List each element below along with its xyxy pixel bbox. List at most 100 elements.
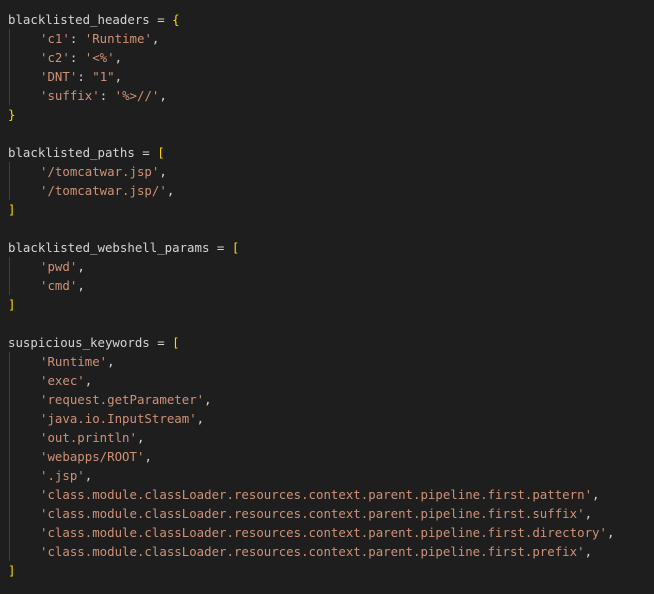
list-item: 'Runtime' xyxy=(40,354,108,369)
code-line[interactable]: blacklisted_webshell_params = [ xyxy=(0,238,654,257)
variable-name: suspicious_keywords xyxy=(8,335,150,350)
comma: , xyxy=(592,487,600,502)
list-item: 'class.module.classLoader.resources.cont… xyxy=(40,506,585,521)
list-item: 'class.module.classLoader.resources.cont… xyxy=(40,544,585,559)
indent-guide xyxy=(9,29,10,48)
comma: , xyxy=(584,544,593,559)
code-line[interactable]: 'class.module.classLoader.resources.cont… xyxy=(0,485,654,504)
close-bracket: ] xyxy=(8,297,16,312)
code-line[interactable]: 'Runtime', xyxy=(0,352,654,371)
code-line[interactable]: '.jsp', xyxy=(0,466,654,485)
list-item: 'cmd' xyxy=(40,278,78,293)
assignment-operator: = xyxy=(149,12,173,27)
code-line[interactable]: '/tomcatwar.jsp/', xyxy=(0,181,654,200)
comma: , xyxy=(107,354,115,369)
code-line[interactable]: } xyxy=(0,105,654,124)
code-line[interactable]: 'c2': '<%', xyxy=(0,48,654,67)
colon: : xyxy=(69,31,85,46)
code-line[interactable]: 'class.module.classLoader.resources.cont… xyxy=(0,523,654,542)
comma: , xyxy=(77,278,85,293)
code-line[interactable]: 'DNT': "1", xyxy=(0,67,654,86)
code-line[interactable]: 'request.getParameter', xyxy=(0,390,654,409)
dict-key: 'c2' xyxy=(40,50,70,65)
code-line[interactable]: 'cmd', xyxy=(0,276,654,295)
code-line[interactable]: 'c1': 'Runtime', xyxy=(0,29,654,48)
code-line[interactable]: 'class.module.classLoader.resources.cont… xyxy=(0,542,654,561)
list-item: 'java.io.InputStream' xyxy=(40,411,197,426)
comma: , xyxy=(196,411,205,426)
variable-name: blacklisted_paths xyxy=(8,145,135,160)
blank-line[interactable] xyxy=(0,314,654,333)
code-line[interactable]: 'java.io.InputStream', xyxy=(0,409,654,428)
indent-guide xyxy=(9,542,10,561)
dict-value: '%>//' xyxy=(114,88,160,103)
code-line[interactable]: 'out.println', xyxy=(0,428,654,447)
assignment-operator: = xyxy=(209,240,232,255)
comma: , xyxy=(159,164,167,179)
assignment-operator: = xyxy=(134,145,158,160)
code-line[interactable]: blacklisted_headers = { xyxy=(0,10,654,29)
code-line[interactable]: ] xyxy=(0,561,654,580)
variable-name: blacklisted_webshell_params xyxy=(8,240,210,255)
dict-key: 'suffix' xyxy=(40,88,100,103)
indent-guide xyxy=(9,352,10,371)
open-bracket: [ xyxy=(157,145,165,160)
code-line[interactable]: ] xyxy=(0,200,654,219)
code-line[interactable]: 'suffix': '%>//', xyxy=(0,86,654,105)
list-item: 'request.getParameter' xyxy=(40,392,205,407)
dict-value: 'Runtime' xyxy=(84,31,152,46)
list-item: 'class.module.classLoader.resources.cont… xyxy=(40,487,593,502)
code-line[interactable]: 'exec', xyxy=(0,371,654,390)
comma: , xyxy=(77,259,85,274)
blank-line[interactable] xyxy=(0,219,654,238)
list-item: 'webapps/ROOT' xyxy=(40,449,145,464)
comma: , xyxy=(84,468,93,483)
dict-key: 'DNT' xyxy=(40,69,78,84)
list-item: '/tomcatwar.jsp' xyxy=(40,164,160,179)
indent-guide xyxy=(9,504,10,523)
code-line[interactable]: '/tomcatwar.jsp', xyxy=(0,162,654,181)
comma: , xyxy=(151,31,160,46)
indent-guide xyxy=(9,523,10,542)
code-line[interactable]: blacklisted_paths = [ xyxy=(0,143,654,162)
indent-guide xyxy=(9,447,10,466)
code-line[interactable]: 'webapps/ROOT', xyxy=(0,447,654,466)
indent-guide xyxy=(9,390,10,409)
blank-line[interactable] xyxy=(0,124,654,143)
open-bracket: [ xyxy=(172,335,180,350)
comma: , xyxy=(606,525,615,540)
indent-guide xyxy=(9,428,10,447)
code-line[interactable]: 'pwd', xyxy=(0,257,654,276)
indent-guide xyxy=(9,162,10,181)
list-item: 'out.println' xyxy=(40,430,137,445)
dict-value: "1" xyxy=(92,69,115,84)
comma: , xyxy=(114,69,123,84)
colon: : xyxy=(69,50,85,65)
open-bracket: [ xyxy=(231,240,240,255)
indent-guide xyxy=(9,181,10,200)
list-item: 'pwd' xyxy=(40,259,78,274)
assignment-operator: = xyxy=(149,335,173,350)
indent-guide xyxy=(9,466,10,485)
list-item: 'class.module.classLoader.resources.cont… xyxy=(40,525,607,540)
comma: , xyxy=(159,88,167,103)
comma: , xyxy=(584,506,593,521)
colon: : xyxy=(99,88,115,103)
colon: : xyxy=(77,69,93,84)
code-line[interactable]: ] xyxy=(0,295,654,314)
code-line[interactable]: 'class.module.classLoader.resources.cont… xyxy=(0,504,654,523)
indent-guide xyxy=(9,48,10,67)
indent-guide xyxy=(9,86,10,105)
comma: , xyxy=(166,183,175,198)
close-brace: } xyxy=(8,107,16,122)
open-brace: { xyxy=(172,12,180,27)
code-line[interactable]: suspicious_keywords = [ xyxy=(0,333,654,352)
code-editor[interactable]: blacklisted_headers = { 'c1': 'Runtime',… xyxy=(0,10,654,580)
list-item: '.jsp' xyxy=(40,468,85,483)
indent-guide xyxy=(9,276,10,295)
dict-value: '<%' xyxy=(84,50,115,65)
indent-guide xyxy=(9,409,10,428)
indent-guide xyxy=(9,257,10,276)
comma: , xyxy=(144,449,152,464)
list-item: 'exec' xyxy=(40,373,85,388)
